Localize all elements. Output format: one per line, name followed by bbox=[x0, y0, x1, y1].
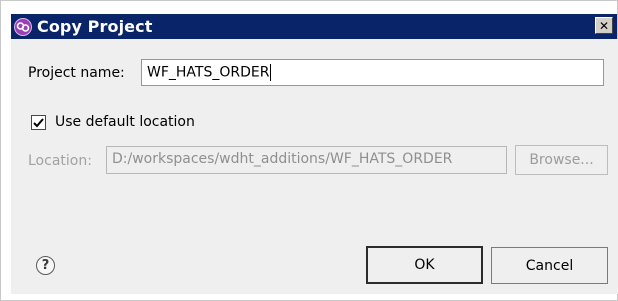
browse-button[interactable]: Browse... bbox=[515, 145, 608, 175]
title-bar[interactable]: Copy Project ✕ bbox=[11, 14, 617, 39]
use-default-location-label[interactable]: Use default location bbox=[55, 114, 195, 130]
text-caret bbox=[270, 64, 272, 81]
location-label: Location: bbox=[28, 153, 92, 169]
dialog-content: Project name: WF_HATS_ORDER Use default … bbox=[11, 39, 618, 294]
cancel-button-label: Cancel bbox=[525, 257, 574, 274]
browse-button-label: Browse... bbox=[529, 152, 594, 168]
ok-button-label: OK bbox=[414, 257, 435, 273]
copy-project-icon bbox=[14, 17, 32, 36]
use-default-location-checkbox[interactable] bbox=[31, 115, 46, 130]
project-name-label: Project name: bbox=[28, 65, 125, 81]
location-value: D:/workspaces/wdht_additions/WF_HATS_ORD… bbox=[112, 151, 453, 167]
project-name-input[interactable]: WF_HATS_ORDER bbox=[141, 59, 604, 86]
help-icon[interactable]: ? bbox=[36, 256, 55, 275]
close-button[interactable]: ✕ bbox=[595, 17, 613, 34]
dialog-title: Copy Project bbox=[37, 17, 153, 36]
copy-project-dialog: Copy Project ✕ Project name: WF_HATS_ORD… bbox=[0, 0, 618, 301]
ok-button[interactable]: OK bbox=[366, 246, 483, 284]
cancel-button[interactable]: Cancel bbox=[491, 247, 608, 284]
location-input[interactable]: D:/workspaces/wdht_additions/WF_HATS_ORD… bbox=[106, 146, 507, 174]
project-name-value: WF_HATS_ORDER bbox=[147, 64, 270, 81]
close-icon: ✕ bbox=[598, 18, 610, 33]
checkmark-icon bbox=[33, 117, 44, 127]
